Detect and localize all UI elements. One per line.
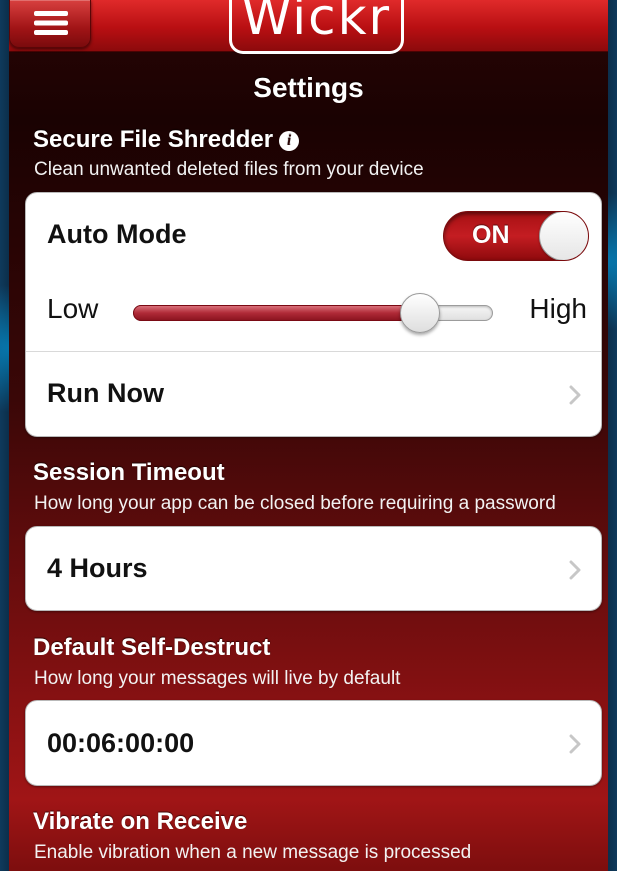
vibrate-title: Vibrate on Receive [33,808,248,835]
toggle-knob [539,212,588,260]
shredder-settings-group: Auto Mode ON Low High Run Now [25,192,602,437]
chevron-right-icon [569,560,581,579]
self-destruct-description: How long your messages will live by defa… [34,668,401,689]
auto-mode-label: Auto Mode [47,219,187,249]
auto-mode-row: Auto Mode ON Low High [26,193,601,351]
shredder-title-text: Secure File Shredder [33,126,274,153]
slider-low-label: Low [47,293,99,324]
hamburger-menu-icon [34,11,68,35]
slider-knob[interactable] [400,293,441,333]
top-bar: Wickr [9,0,608,54]
run-now-label: Run Now [47,378,164,408]
menu-button[interactable] [9,0,91,48]
run-now-row[interactable]: Run Now [26,351,601,436]
session-timeout-description: How long your app can be closed before r… [34,493,556,514]
session-timeout-value: 4 Hours [47,553,148,583]
self-destruct-row[interactable]: 00:06:00:00 [26,701,601,785]
session-timeout-title: Session Timeout [33,459,225,486]
self-destruct-title: Default Self-Destruct [33,634,271,661]
slider-high-label: High [529,293,587,324]
auto-mode-toggle[interactable]: ON [443,211,589,261]
self-destruct-value: 00:06:00:00 [47,728,195,758]
toggle-state-label: ON [472,221,510,249]
info-icon[interactable]: i [279,131,300,151]
chevron-right-icon [569,734,581,754]
settings-screen: Wickr Settings Secure File Shredder i Cle… [9,0,608,871]
self-destruct-group: 00:06:00:00 [25,700,602,786]
page-title: Settings [253,72,364,103]
shredder-description: Clean unwanted deleted files from your d… [34,159,424,180]
shredder-section-title: Secure File Shredder i [33,126,300,154]
session-timeout-group: 4 Hours [25,526,602,611]
wickr-logo: Wickr [229,0,404,54]
vibrate-description: Enable vibration when a new message is p… [34,842,472,863]
session-timeout-row[interactable]: 4 Hours [26,527,601,610]
chevron-right-icon [569,385,581,404]
slider-fill [133,305,420,321]
shred-level-slider[interactable] [133,293,493,333]
